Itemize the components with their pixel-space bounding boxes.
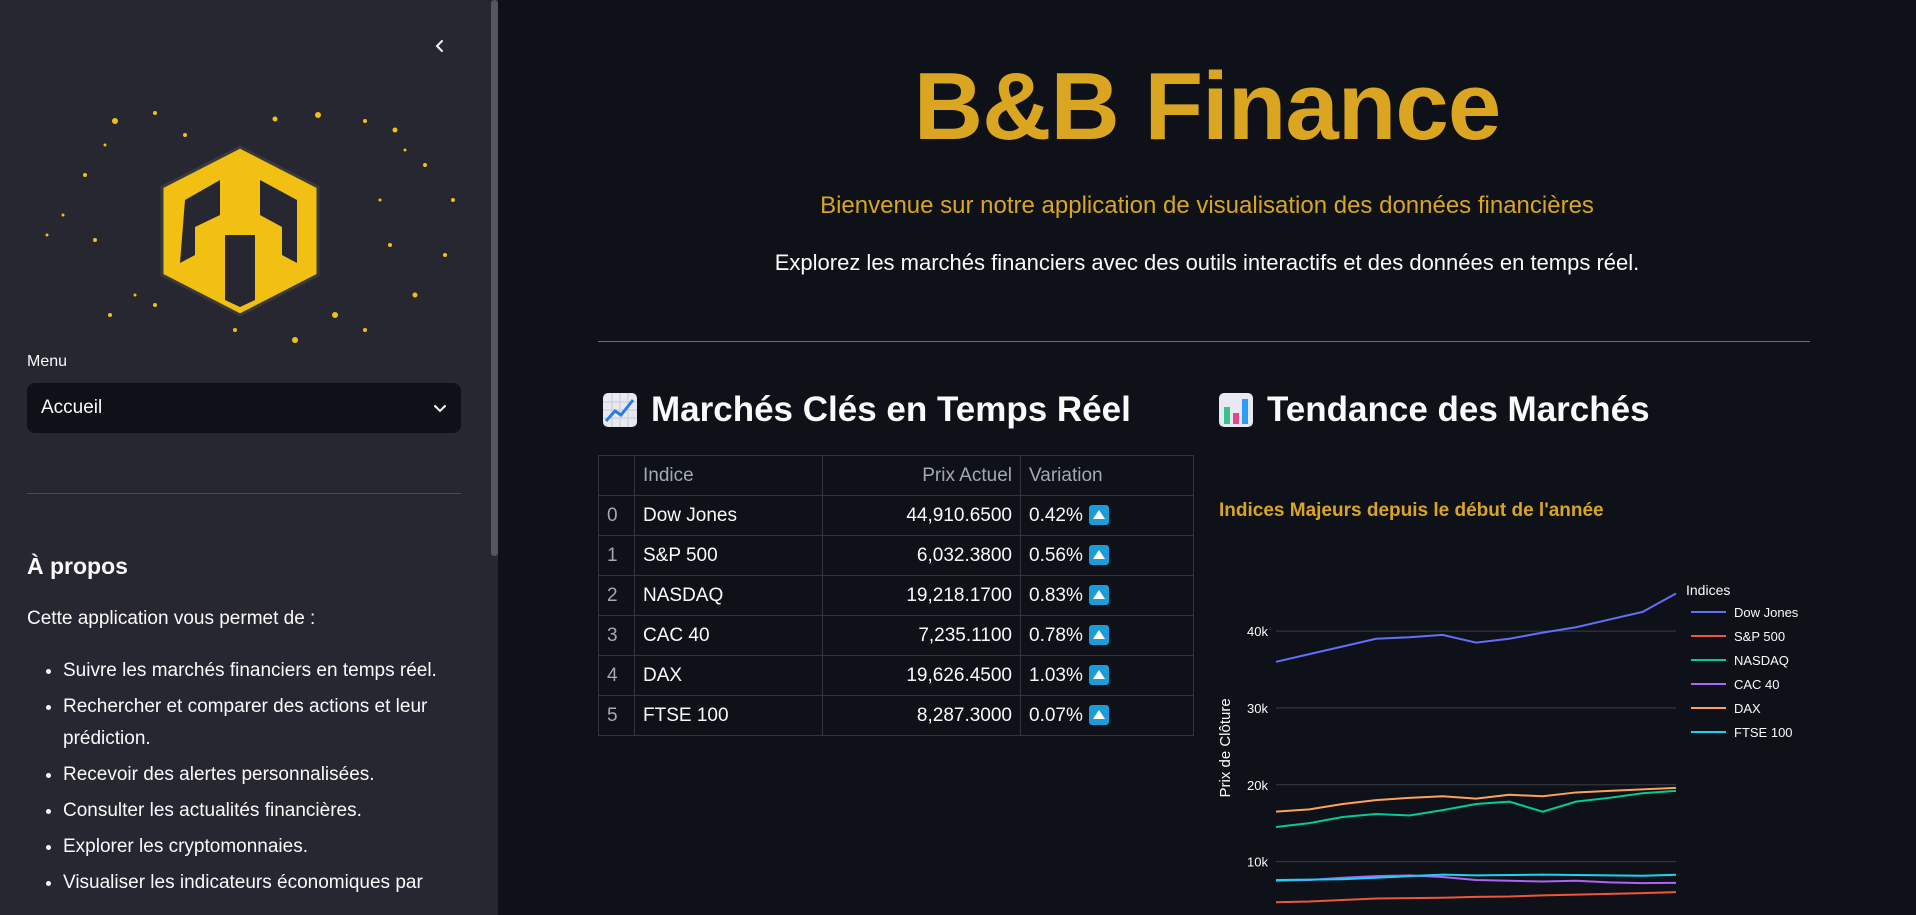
column-header-prix[interactable]: Prix Actuel [822,455,1021,496]
chart-y-tick-label: 30k [1247,701,1268,716]
chart-y-tick-label: 40k [1247,624,1268,639]
series-line-dax[interactable] [1275,786,1677,813]
column-header-indice[interactable]: Indice [634,455,823,496]
legend-item[interactable]: DAX [1734,701,1761,716]
legend-item[interactable]: Dow Jones [1734,605,1799,620]
about-item: Recevoir des alertes personnalisées. [63,759,483,791]
index-variation-cell: 0.83% [1020,575,1194,616]
logo-image [45,111,455,343]
trend-line-chart[interactable]: 10k 20k 30k 40k Prix de Clôture Indices Dow … [1216,575,1816,915]
series-line-dow-jones[interactable] [1275,592,1677,663]
table-row[interactable]: 2 NASDAQ 19,218.1700 0.83% [598,575,1194,616]
sidebar: Menu Accueil À propos Cette application … [0,0,498,915]
index-price: 44,910.6500 [822,495,1021,536]
legend-item[interactable]: S&P 500 [1734,629,1785,644]
markets-heading-text: Marchés Clés en Temps Réel [651,390,1131,429]
index-variation-cell: 0.56% [1020,535,1194,576]
chart-increasing-icon [603,393,637,427]
up-button-icon [1088,505,1109,526]
index-price: 19,218.1700 [822,575,1021,616]
index-variation: 0.78% [1029,624,1083,646]
up-button-icon [1088,545,1109,566]
chart-y-axis-label: Prix de Clôture [1217,698,1234,797]
menu-select[interactable]: Accueil [27,383,461,433]
main-content: B&B Finance Bienvenue sur notre applicat… [498,0,1916,915]
chevron-down-icon [434,405,446,413]
chart-title: Indices Majeurs depuis le début de l'ann… [1219,500,1604,521]
index-variation-cell: 1.03% [1020,655,1194,696]
up-button-icon [1088,705,1109,726]
about-item: Visualiser les indicateurs économiques p… [63,867,483,899]
trend-heading-text: Tendance des Marchés [1267,390,1650,429]
menu-selected-value: Accueil [41,397,103,418]
index-variation: 1.03% [1029,664,1083,686]
collapse-sidebar-button[interactable] [428,34,452,58]
table-header-row: Indice Prix Actuel Variation [598,455,1194,496]
chevron-left-icon [435,40,443,52]
row-index: 3 [598,615,635,656]
index-price: 19,626.4500 [822,655,1021,696]
row-index: 2 [598,575,635,616]
app-tagline: Explorez les marchés financiers avec des… [774,250,1640,275]
up-button-icon [1088,585,1109,606]
menu-label: Menu [27,353,68,370]
up-button-icon [1088,625,1109,646]
index-name: CAC 40 [634,615,823,656]
chart-y-tick-label: 10k [1247,855,1268,870]
app-subtitle: Bienvenue sur notre application de visua… [820,192,1594,219]
markets-heading: Marchés Clés en Temps Réel [603,390,1131,430]
row-index: 4 [598,655,635,696]
column-header-variation[interactable]: Variation [1020,455,1194,496]
index-name: S&P 500 [634,535,823,576]
series-line-s-p-500[interactable] [1275,891,1677,904]
about-item: Rechercher et comparer des actions et le… [63,691,483,755]
markets-table[interactable]: Indice Prix Actuel Variation 0 Dow Jones… [598,455,1194,736]
index-variation: 0.83% [1029,584,1083,606]
about-item: Explorer les cryptomonnaies. [63,831,483,863]
legend-item[interactable]: CAC 40 [1734,677,1780,692]
table-row[interactable]: 1 S&P 500 6,032.3800 0.56% [598,535,1194,576]
index-price: 8,287.3000 [822,695,1021,736]
table-row[interactable]: 0 Dow Jones 44,910.6500 0.42% [598,495,1194,536]
row-index: 5 [598,695,635,736]
app-title: B&B Finance [913,53,1501,160]
index-variation-cell: 0.78% [1020,615,1194,656]
index-variation: 0.07% [1029,704,1083,726]
sidebar-scrollbar[interactable] [491,0,498,556]
about-intro: Cette application vous permet de : [27,608,316,629]
series-line-nasdaq[interactable] [1275,789,1677,829]
row-index: 1 [598,535,635,576]
legend-item[interactable]: NASDAQ [1734,653,1789,668]
chart-y-tick-label: 20k [1247,778,1268,793]
table-row[interactable]: 3 CAC 40 7,235.1100 0.78% [598,615,1194,656]
main-divider [598,341,1810,342]
about-item: Suivre les marchés financiers en temps r… [63,655,483,687]
about-item: Consulter les actualités financières. [63,795,483,827]
about-title: À propos [27,553,128,579]
index-price: 7,235.1100 [822,615,1021,656]
index-name: DAX [634,655,823,696]
index-variation: 0.56% [1029,544,1083,566]
index-variation-cell: 0.07% [1020,695,1194,736]
index-variation: 0.42% [1029,504,1083,526]
up-button-icon [1088,665,1109,686]
table-row[interactable]: 4 DAX 19,626.4500 1.03% [598,655,1194,696]
sidebar-divider [27,493,461,494]
index-price: 6,032.3800 [822,535,1021,576]
about-list: Suivre les marchés financiers en temps r… [27,655,483,903]
index-variation-cell: 0.42% [1020,495,1194,536]
column-header-index[interactable] [598,455,635,496]
index-name: Dow Jones [634,495,823,536]
logo [35,105,465,350]
legend-item[interactable]: FTSE 100 [1734,725,1793,740]
bar-chart-icon [1219,393,1253,427]
index-name: FTSE 100 [634,695,823,736]
legend-title: Indices [1686,582,1730,598]
table-row[interactable]: 5 FTSE 100 8,287.3000 0.07% [598,695,1194,736]
row-index: 0 [598,495,635,536]
trend-heading: Tendance des Marchés [1219,390,1650,430]
index-name: NASDAQ [634,575,823,616]
